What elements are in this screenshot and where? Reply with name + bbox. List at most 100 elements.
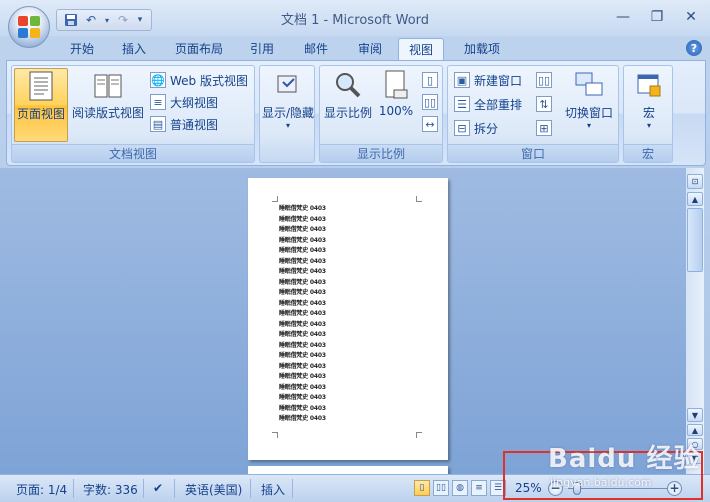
minimize-button[interactable]: —	[610, 6, 636, 28]
tab-add-ins[interactable]: 加载项	[456, 38, 508, 60]
group-document-views-label: 文档视图	[12, 144, 254, 162]
zoom-button[interactable]: 显示比例	[322, 68, 374, 121]
two-pages-icon: ▯▯	[422, 94, 438, 110]
full-screen-reading-label: 阅读版式视图	[71, 106, 144, 120]
draft-label: 普通视图	[170, 117, 219, 132]
tab-view[interactable]: 视图	[398, 38, 444, 60]
web-view-button[interactable]: ◍	[452, 480, 468, 496]
document-line: 睡眠借梵史 0403	[279, 299, 326, 307]
scroll-down-button[interactable]: ▼	[687, 408, 703, 422]
tab-mailings[interactable]: 邮件	[296, 38, 336, 60]
print-layout-button[interactable]: 页面视图	[14, 68, 68, 142]
show-hide-icon	[271, 68, 305, 102]
word-count[interactable]: 字数: 336	[83, 481, 138, 498]
maximize-button[interactable]: ❐	[644, 6, 670, 28]
tab-home[interactable]: 开始	[62, 38, 102, 60]
document-line: 睡眠借梵史 0403	[279, 362, 326, 370]
draft-icon: ▤	[150, 116, 166, 132]
group-zoom: 显示比例 100% ▯ ▯▯ ↔ 显示比例	[319, 65, 443, 163]
macro-icon	[632, 68, 666, 102]
page-indicator[interactable]: 页面: 1/4	[16, 481, 67, 498]
reset-window-position-button[interactable]: ⊞	[536, 118, 552, 138]
page-100-icon	[379, 68, 413, 102]
document-line: 睡眠借梵史 0403	[279, 215, 326, 223]
divider	[73, 479, 74, 498]
crop-mark	[416, 432, 422, 438]
show-hide-button[interactable]: 显示/隐藏 ▾	[260, 68, 316, 130]
scroll-thumb[interactable]	[687, 208, 703, 272]
web-layout-button[interactable]: 🌐 Web 版式视图	[150, 70, 248, 90]
group-macros: 宏 ▾ 宏	[623, 65, 673, 163]
zoom-100-button[interactable]: 100%	[376, 68, 416, 118]
group-zoom-label: 显示比例	[320, 144, 442, 162]
crop-mark	[272, 432, 278, 438]
macros-button[interactable]: 宏 ▾	[624, 68, 674, 130]
synchronous-scrolling-button[interactable]: ⇅	[536, 94, 552, 114]
tab-page-layout[interactable]: 页面布局	[168, 38, 230, 60]
outline-button[interactable]: ≡ 大纲视图	[150, 92, 218, 112]
show-hide-label: 显示/隐藏	[261, 106, 315, 120]
group-show-hide: 显示/隐藏 ▾	[259, 65, 315, 163]
switch-windows-label: 切换窗口	[564, 106, 613, 120]
one-page-icon: ▯	[422, 72, 438, 88]
view-side-by-side-button[interactable]: ▯▯	[536, 70, 552, 90]
ruler-toggle-button[interactable]: ⊡	[687, 174, 703, 189]
insert-mode-indicator[interactable]: 插入	[261, 481, 285, 498]
proofing-icon[interactable]: ✔	[153, 481, 163, 495]
page-icon	[24, 69, 58, 103]
document-line: 睡眠借梵史 0403	[279, 257, 326, 265]
group-document-views: 页面视图 阅读版式视图 🌐 Web 版式视图 ≡ 大纲视图 ▤ 普通视图 文档视…	[11, 65, 255, 163]
magnifier-icon	[331, 68, 365, 102]
full-screen-reading-button[interactable]: 阅读版式视图	[70, 68, 146, 121]
zoom-in-button[interactable]: +	[667, 481, 682, 496]
reading-view-button[interactable]: ▯▯	[433, 480, 449, 496]
outline-view-button[interactable]: ≡	[471, 480, 487, 496]
document-page[interactable]: 睡眠借梵史 0403 睡眠借梵史 0403 睡眠借梵史 0403 睡眠借梵史 0403…	[248, 178, 448, 460]
web-layout-icon: 🌐	[150, 72, 166, 88]
print-layout-view-button[interactable]: ▯	[414, 480, 430, 496]
tab-insert[interactable]: 插入	[114, 38, 154, 60]
office-button[interactable]	[8, 6, 50, 48]
document-area[interactable]: 睡眠借梵史 0403 睡眠借梵史 0403 睡眠借梵史 0403 睡眠借梵史 0403…	[0, 168, 686, 486]
scroll-up-button[interactable]: ▲	[687, 192, 703, 206]
draft-button[interactable]: ▤ 普通视图	[150, 114, 218, 134]
draft-view-button[interactable]: ☰	[490, 480, 506, 496]
switch-windows-button[interactable]: 切换窗口 ▾	[560, 68, 618, 130]
new-window-button[interactable]: ▣ 新建窗口	[454, 70, 522, 90]
one-page-button[interactable]: ▯	[422, 70, 438, 90]
document-line: 睡眠借梵史 0403	[279, 289, 326, 296]
vertical-scrollbar[interactable]: ⊡ ▲ ▼ ▲ ○ ▼	[686, 168, 704, 474]
select-browse-object-button[interactable]: ○	[687, 438, 703, 450]
zoom-out-button[interactable]: −	[548, 481, 563, 496]
next-page-button[interactable]: ▼	[687, 452, 703, 464]
page-width-button[interactable]: ↔	[422, 114, 438, 134]
ribbon-tabs: 开始 插入 页面布局 引用 邮件 审阅 视图 加载项	[0, 36, 710, 60]
document-line: 睡眠借梵史 0403	[279, 278, 326, 286]
divider	[250, 479, 251, 498]
tab-review[interactable]: 审阅	[350, 38, 390, 60]
previous-page-button[interactable]: ▲	[687, 424, 703, 436]
two-pages-button[interactable]: ▯▯	[422, 92, 438, 112]
document-line: 睡眠借梵史 0403	[279, 331, 326, 338]
word-window: ↶ ▾ ↷ ▾ 文档 1 - Microsoft Word — ❐ ✕ 开始 插…	[0, 0, 710, 502]
crop-mark	[272, 196, 278, 202]
divider	[143, 479, 144, 498]
close-button[interactable]: ✕	[678, 6, 704, 28]
help-icon[interactable]: ?	[686, 40, 702, 56]
divider	[292, 479, 293, 498]
switch-windows-dropdown-icon: ▾	[586, 121, 591, 130]
document-line: 睡眠借梵史 0403	[279, 404, 326, 412]
document-line: 睡眠借梵史 0403	[279, 341, 326, 349]
zoom-slider-thumb[interactable]	[572, 482, 581, 495]
open-book-icon	[91, 68, 125, 102]
split-button[interactable]: ⊟ 拆分	[454, 118, 498, 138]
new-window-icon: ▣	[454, 72, 470, 88]
group-macros-label: 宏	[624, 144, 672, 162]
arrange-all-button[interactable]: ☰ 全部重排	[454, 94, 522, 114]
language-indicator[interactable]: 英语(美国)	[185, 481, 242, 498]
window-title: 文档 1 - Microsoft Word	[280, 13, 430, 28]
zoom-level[interactable]: 25%	[515, 481, 542, 495]
print-layout-label: 页面视图	[16, 107, 65, 121]
zoom-slider-track[interactable]	[568, 488, 672, 489]
tab-references[interactable]: 引用	[242, 38, 282, 60]
